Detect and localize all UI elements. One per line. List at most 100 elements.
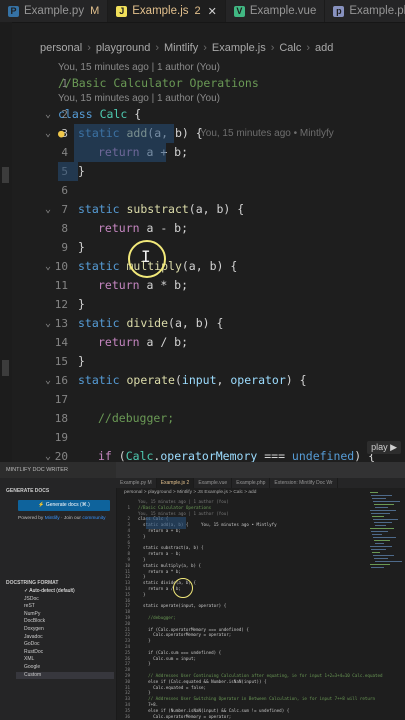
minimap-line: [371, 567, 384, 568]
format-option-docblock[interactable]: DocBlock: [24, 618, 45, 624]
code-text: }: [78, 240, 85, 254]
minimap[interactable]: [370, 492, 404, 572]
breadcrumb-item[interactable]: Example.js: [212, 42, 266, 54]
tab-label: Example.js: [132, 5, 189, 17]
editor-tab-bar: P Example.py M J Example.js 2 ✕ V Example.vue p Ex…: [0, 0, 405, 23]
tab-label: Example.vue: [249, 5, 317, 17]
format-option-godoc[interactable]: GoDoc: [24, 641, 40, 647]
python-icon: P: [8, 5, 19, 17]
format-option-javadoc[interactable]: Javadoc: [24, 634, 43, 640]
tab-example-php[interactable]: p Example.php: [325, 0, 405, 22]
line-number: 17: [54, 393, 68, 406]
minimap-line: [373, 501, 400, 502]
code-line: 14 return a / b;: [0, 333, 405, 352]
code-line: 36 Calc.operatorMemory = operator;: [116, 713, 366, 720]
breadcrumb-item[interactable]: Calc: [279, 42, 301, 54]
code-line: You, 15 minutes ago | 1 author (You): [0, 62, 405, 74]
minimap-line: [371, 531, 388, 532]
format-option-xml[interactable]: XML: [24, 656, 34, 662]
minimap-line: [375, 507, 388, 508]
minimap-line: [373, 519, 398, 520]
activity-bar-marker: [2, 167, 9, 183]
minimap-line: [371, 495, 392, 496]
vue-icon: V: [233, 5, 245, 17]
format-option-numpy[interactable]: NumPy: [24, 611, 40, 617]
tab-item[interactable]: Extension: Mintlify Doc Wr: [270, 478, 338, 488]
community-link[interactable]: community: [82, 516, 105, 521]
line-number: 19: [54, 431, 68, 444]
code-text: class Calc {: [58, 107, 142, 121]
text-cursor-icon: I: [141, 247, 151, 266]
selection-highlight: [146, 517, 186, 529]
line-number: 9: [61, 241, 68, 254]
code-line: 17: [0, 390, 405, 409]
minimap-line: [374, 540, 390, 541]
minimap-line: [372, 534, 382, 535]
code-line: 11 return a * b;: [0, 276, 405, 295]
lightbulb-icon[interactable]: ●: [58, 124, 65, 143]
code-line: 8 return a - b;: [0, 219, 405, 238]
chevron-right-icon: ›: [270, 42, 275, 54]
generate-docs-header[interactable]: GENERATE DOCS: [6, 488, 49, 494]
breadcrumb-item[interactable]: Mintlify: [164, 42, 198, 54]
line-number: 36: [124, 713, 130, 719]
format-option-rest[interactable]: reST: [24, 603, 35, 609]
selection-highlight: [74, 124, 174, 143]
line-number: 15: [54, 355, 68, 368]
tab-badge: 2: [194, 5, 201, 17]
close-icon[interactable]: ✕: [208, 5, 217, 18]
line-number: 12: [54, 298, 68, 311]
play-badge[interactable]: play ▶: [367, 441, 401, 454]
powered-prefix: Powered by: [18, 516, 44, 521]
minimap-line: [371, 513, 390, 514]
tab-example-js[interactable]: J Example.js 2 ✕: [108, 0, 226, 22]
format-option-doxygen[interactable]: Doxygen: [24, 626, 44, 632]
fold-chevron-icon[interactable]: ⌄: [45, 447, 51, 462]
code-line: 15}: [0, 352, 405, 371]
breadcrumb-item[interactable]: add: [315, 42, 333, 54]
code-text: static substract(a, b) {: [78, 202, 245, 216]
code-line: 4return a + b;: [0, 143, 405, 162]
line-number: 11: [54, 279, 68, 292]
fold-chevron-icon[interactable]: ⌄: [45, 257, 51, 276]
tab-item[interactable]: Example.py M: [116, 478, 157, 488]
inline-blame: You, 15 minutes ago • Mintlyfy: [200, 128, 334, 139]
generate-docs-button[interactable]: ⚡ Generate docs (⌘.): [18, 500, 110, 511]
line-number: 14: [54, 336, 68, 349]
fold-chevron-icon[interactable]: ⌄: [45, 200, 51, 219]
code-text: }: [78, 297, 85, 311]
powered-mid: · Join our: [60, 516, 81, 521]
editor-tab-bar: Example.py M Example.js 2 Example.vue Examp…: [116, 478, 405, 488]
format-option-google[interactable]: Google: [24, 664, 40, 670]
full-vscode-window: MINTLIFY DOC WRITER GENERATE DOCS ⚡ Gene…: [0, 462, 405, 720]
blame-author-annotation[interactable]: You, 15 minutes ago | 1 author (You): [58, 62, 220, 74]
fold-chevron-icon[interactable]: ⌄: [45, 371, 51, 390]
breadcrumb-item[interactable]: personal: [40, 42, 82, 54]
tab-example-py[interactable]: P Example.py M: [0, 0, 109, 22]
minimap-line: [371, 549, 386, 550]
format-option-jsdoc[interactable]: JSDoc: [24, 596, 39, 602]
tab-item[interactable]: Example.js 2: [156, 478, 195, 488]
tab-item[interactable]: Example.vue: [194, 478, 233, 488]
format-option-rustdoc[interactable]: RustDoc: [24, 649, 43, 655]
activity-bar-edge: [0, 22, 12, 462]
docstring-format-header[interactable]: DOCSTRING FORMAT: [6, 580, 58, 586]
fold-chevron-icon[interactable]: ⌄: [45, 105, 51, 124]
blame-author-annotation[interactable]: You, 15 minutes ago | 1 author (You): [58, 93, 220, 105]
fold-chevron-icon[interactable]: ⌄: [45, 314, 51, 333]
tab-example-vue[interactable]: V Example.vue: [226, 0, 326, 22]
tab-item[interactable]: Example.php: [232, 478, 271, 488]
tab-badge: M: [90, 5, 100, 17]
line-number: 6: [61, 184, 68, 197]
code-line: 2 ⌄ class Calc {: [0, 105, 405, 124]
line-number: 18: [54, 412, 68, 425]
fold-chevron-icon[interactable]: ⌄: [45, 124, 51, 143]
breadcrumb-item[interactable]: playground: [96, 42, 150, 54]
format-option-custom[interactable]: Custom: [24, 672, 41, 678]
format-option-auto-detect-default-[interactable]: ✓ Auto-detect (default): [24, 588, 75, 594]
code-line: 13 ⌄ static divide(a, b) {: [0, 314, 405, 333]
sidebar-title: MINTLIFY DOC WRITER: [0, 462, 116, 478]
code-line: 16 ⌄ static operate(input, operator) {: [0, 371, 405, 390]
code-line: 20 ⌄ if (Calc.operatorMemory === undefined…: [0, 447, 405, 462]
mintlify-link[interactable]: Mintlify: [45, 516, 60, 521]
